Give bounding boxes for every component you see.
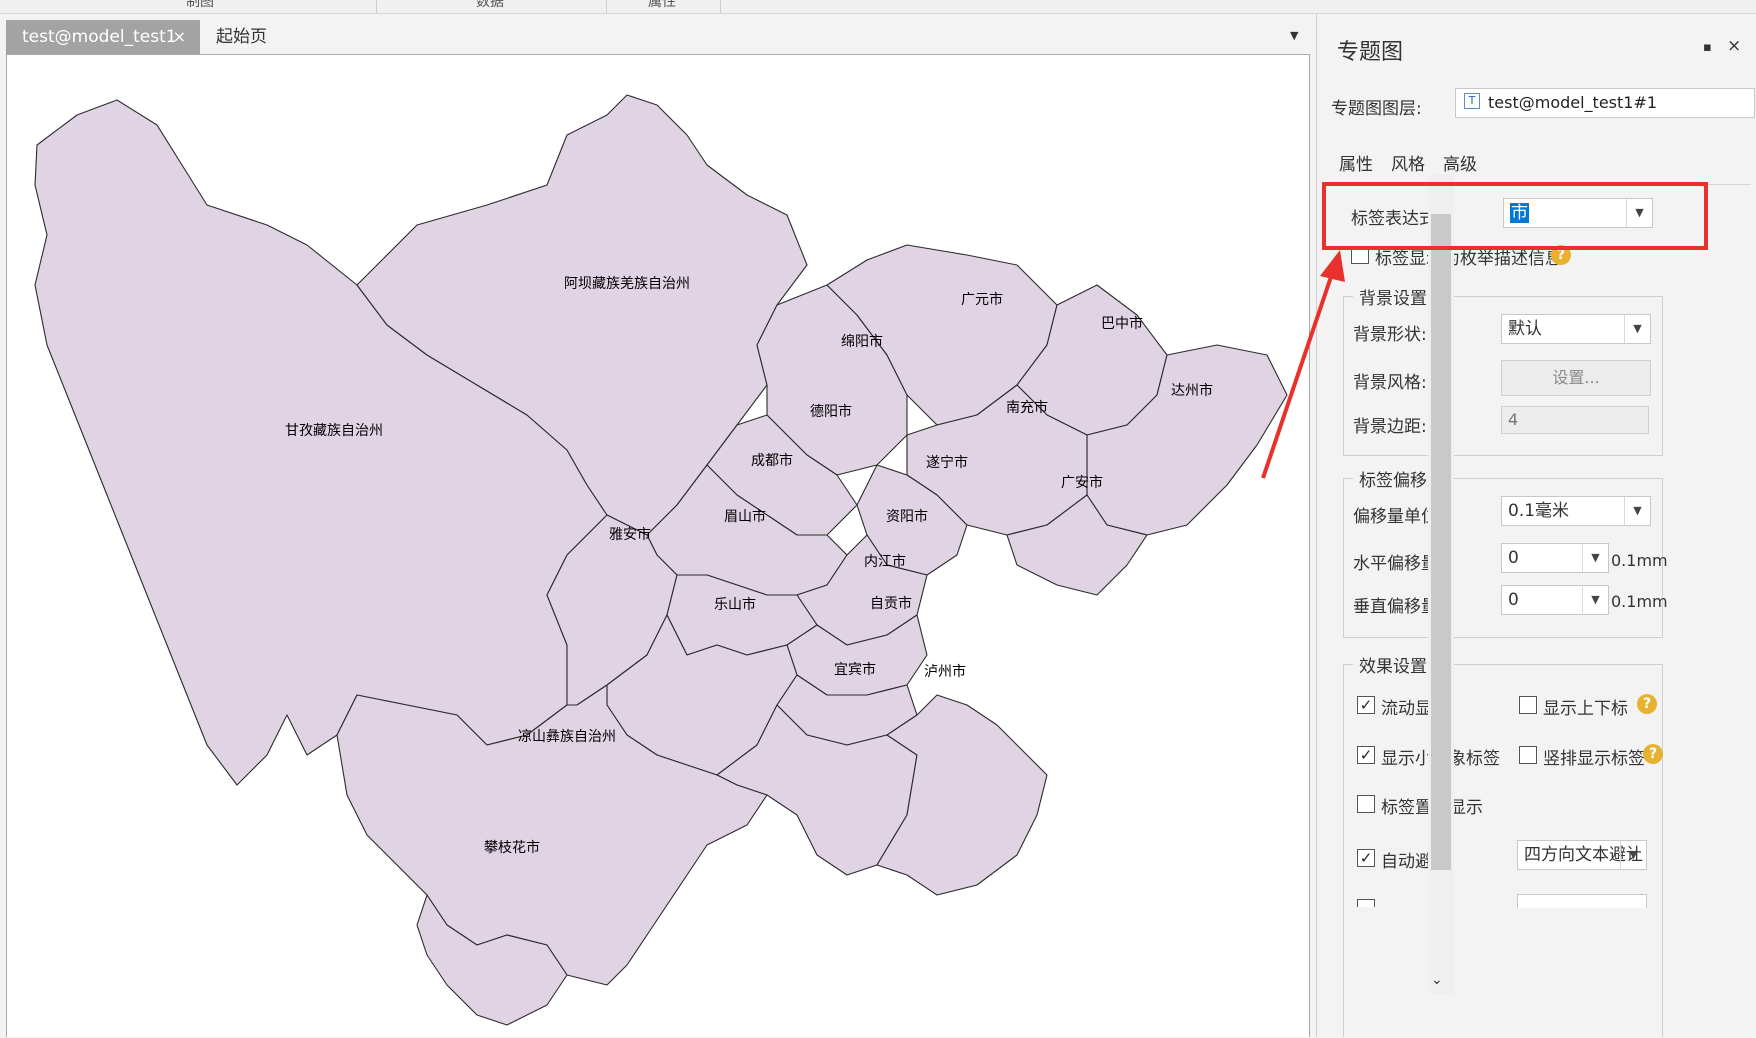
arrow-shaft (1261, 261, 1338, 479)
annotation-arrow (1261, 250, 1345, 479)
arrow-head (1320, 250, 1345, 282)
